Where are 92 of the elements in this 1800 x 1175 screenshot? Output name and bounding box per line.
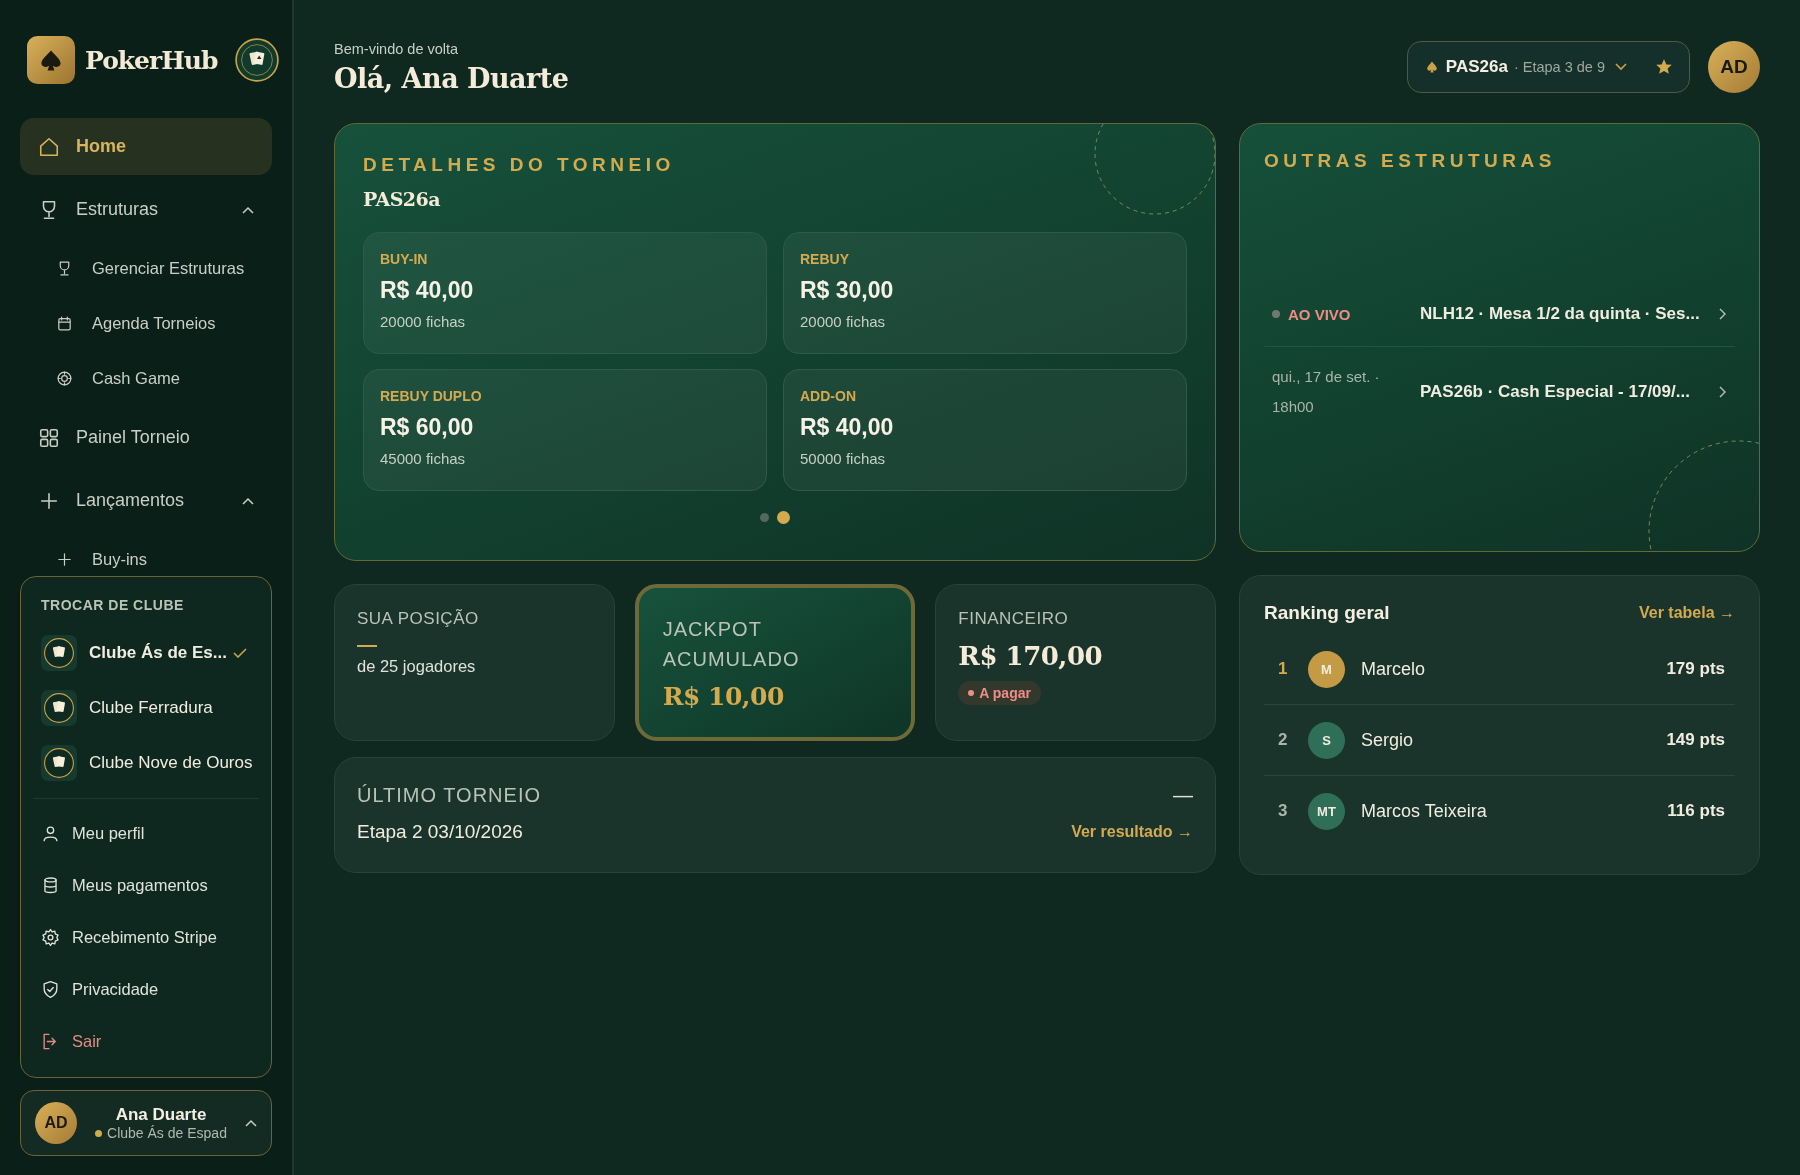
page-dot[interactable] bbox=[760, 513, 769, 522]
player-points: 149 pts bbox=[1666, 730, 1725, 750]
database-icon bbox=[41, 875, 60, 895]
last-tournament-name: Etapa 2 03/10/2026 bbox=[357, 821, 523, 843]
star-icon bbox=[1655, 58, 1673, 76]
page-dot[interactable] bbox=[777, 511, 790, 524]
nav-item[interactable]: Gerenciar Estruturas bbox=[20, 244, 272, 293]
check-icon bbox=[233, 647, 247, 658]
position-caption: de 25 jogadores bbox=[357, 657, 477, 676]
player-points: 116 pts bbox=[1667, 801, 1725, 821]
tile-value: R$ 30,00 bbox=[800, 277, 895, 304]
chevron-right-icon bbox=[1719, 308, 1727, 320]
finance-value: R$ 170,00 bbox=[958, 641, 1104, 671]
nav-item[interactable]: Home bbox=[20, 118, 272, 175]
greeting: Bem-vindo de volta bbox=[334, 41, 460, 57]
nav-item[interactable]: Painel Torneio bbox=[20, 409, 272, 466]
nav-item[interactable]: Estruturas bbox=[20, 181, 272, 238]
user-avatar: AD bbox=[35, 1102, 77, 1144]
status-badge: A pagar bbox=[958, 681, 1041, 705]
tile-label: REBUY bbox=[800, 251, 850, 267]
menu-item[interactable]: Sair bbox=[41, 1015, 251, 1067]
tile-value: R$ 40,00 bbox=[800, 414, 895, 441]
player-avatar: S bbox=[1308, 721, 1345, 759]
chevron-right-icon bbox=[1719, 386, 1727, 398]
structure-row[interactable]: AO VIVO NLH12 · Mesa 1/2 da quinta · Ses... bbox=[1264, 282, 1735, 347]
card-title: JACKPOT ACUMULADO bbox=[662, 617, 801, 672]
chip-count: 20000 fichas bbox=[800, 313, 887, 330]
person-icon bbox=[41, 823, 60, 843]
menu-item[interactable]: Meu perfil bbox=[41, 807, 251, 859]
rank-number: 3 bbox=[1278, 801, 1289, 821]
menu-item[interactable]: Privacidade bbox=[41, 963, 251, 1015]
club-item[interactable]: Clube Nove de Ouros bbox=[41, 735, 251, 790]
club-emblem-icon[interactable] bbox=[235, 38, 280, 82]
club-emblem-icon bbox=[41, 744, 77, 781]
user-name: Ana Duarte bbox=[115, 1105, 207, 1125]
menu-heading: TROCAR DE CLUBE bbox=[41, 597, 185, 613]
nav-item[interactable]: Cash Game bbox=[20, 354, 272, 403]
user-card[interactable]: AD Ana Duarte Clube Ás de Espad bbox=[20, 1090, 272, 1156]
club-item[interactable]: Clube Ás de Es... bbox=[41, 625, 251, 680]
nav-item[interactable]: Agenda Torneios bbox=[20, 299, 272, 348]
tournament-name: PAS26a bbox=[363, 188, 442, 210]
club-emblem-icon bbox=[41, 634, 77, 671]
card-title: ÚLTIMO TORNEIO bbox=[357, 784, 542, 807]
player-name: Marcos Teixeira bbox=[1361, 800, 1488, 822]
chevron-icon bbox=[1615, 63, 1627, 71]
table-link[interactable]: Ver tabela → bbox=[1638, 604, 1735, 622]
grid-icon bbox=[38, 426, 60, 449]
position-value: — bbox=[357, 635, 378, 653]
menu-item[interactable]: Meus pagamentos bbox=[41, 859, 251, 911]
player-name: Sergio bbox=[1361, 729, 1415, 751]
status-dot bbox=[95, 1129, 103, 1137]
target-icon bbox=[56, 370, 73, 387]
card-title: FINANCEIRO bbox=[958, 609, 1070, 629]
tile-label: REBUY DUPLO bbox=[380, 388, 483, 404]
chip-count: 20000 fichas bbox=[380, 313, 467, 330]
tile-label: BUY-IN bbox=[380, 251, 429, 267]
chip-count: 50000 fichas bbox=[800, 450, 887, 467]
club-emblem-icon bbox=[41, 689, 77, 726]
structure-row[interactable]: qui., 17 de set. · 18h00 PAS26b · Cash Especial - 17/09/... bbox=[1264, 347, 1735, 437]
plus-icon bbox=[56, 551, 73, 568]
club-item[interactable]: Clube Ferradura bbox=[41, 680, 251, 735]
tile-value: R$ 40,00 bbox=[380, 277, 475, 304]
jackpot-value: R$ 10,00 bbox=[662, 682, 785, 711]
result-link[interactable]: Ver resultado → bbox=[1071, 823, 1193, 841]
rank-number: 2 bbox=[1278, 730, 1289, 750]
tile-label: ADD-ON bbox=[800, 388, 857, 404]
player-name: Marcelo bbox=[1361, 658, 1427, 680]
home-icon bbox=[38, 135, 60, 158]
status-dot bbox=[1272, 310, 1280, 318]
tournament-selector[interactable]: PAS26a · Etapa 3 de 9 bbox=[1406, 41, 1690, 93]
brand-name: PokerHub bbox=[85, 45, 218, 75]
menu-item[interactable]: Recebimento Stripe bbox=[41, 911, 251, 963]
calendar-icon bbox=[56, 315, 73, 332]
card-title: DETALHES DO TORNEIO bbox=[363, 154, 676, 176]
rank-number: 1 bbox=[1278, 659, 1289, 679]
page-title: Olá, Ana Duarte bbox=[334, 63, 569, 94]
chip-count: 45000 fichas bbox=[380, 450, 467, 467]
player-avatar: MT bbox=[1308, 792, 1345, 830]
nav-item[interactable]: Lançamentos bbox=[20, 472, 272, 529]
card-title: Ranking geral bbox=[1264, 602, 1390, 624]
shield-icon bbox=[41, 979, 60, 999]
nav-item[interactable]: Buy-ins bbox=[20, 535, 272, 584]
gear-icon bbox=[41, 927, 60, 947]
card-title: SUA POSIÇÃO bbox=[357, 609, 480, 629]
player-points: 179 pts bbox=[1666, 659, 1725, 679]
tile-value: R$ 60,00 bbox=[380, 414, 475, 441]
club-name: Clube Ás de Espad bbox=[107, 1125, 227, 1141]
user-avatar[interactable]: AD bbox=[1708, 41, 1760, 93]
spade-logo-icon bbox=[27, 36, 75, 84]
player-avatar: M bbox=[1308, 650, 1345, 688]
result-value: — bbox=[1173, 784, 1193, 807]
card-title: OUTRAS ESTRUTURAS bbox=[1264, 150, 1557, 172]
